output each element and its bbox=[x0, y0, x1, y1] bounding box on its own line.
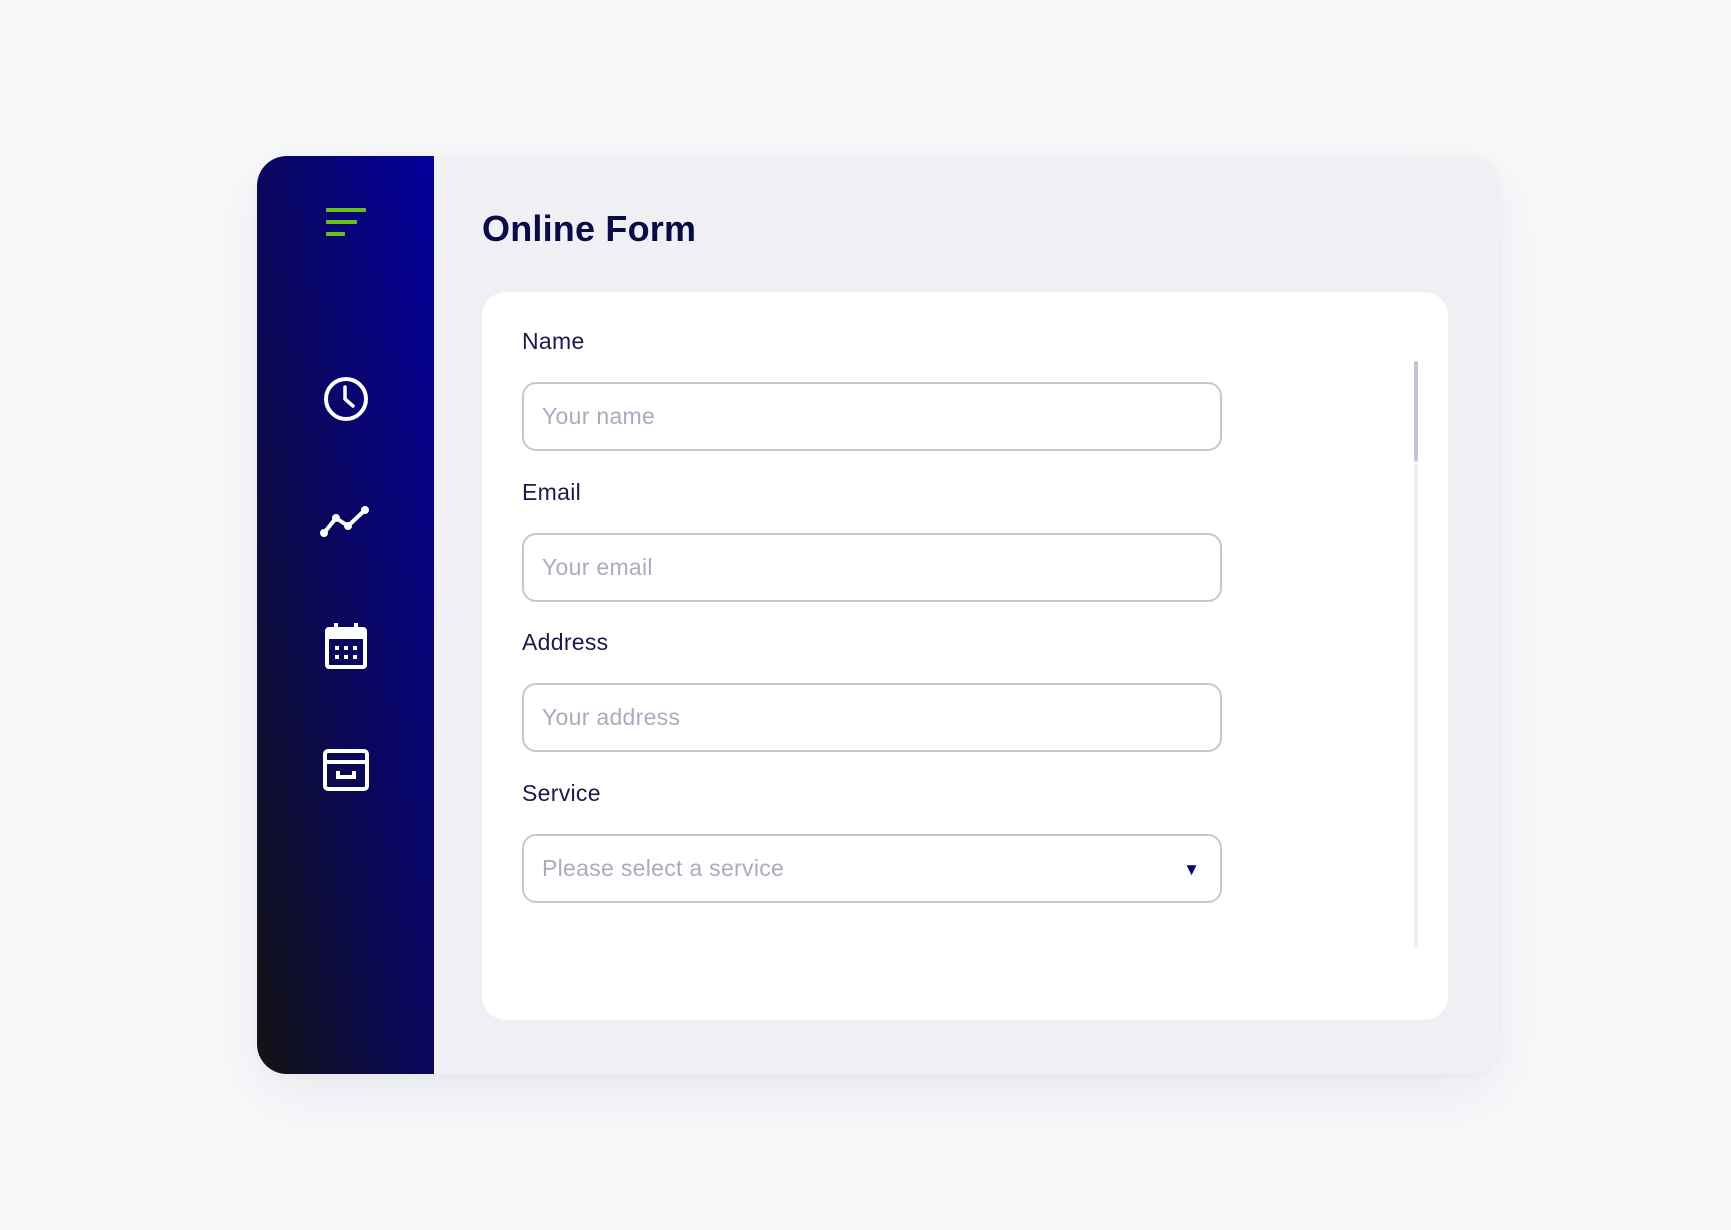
name-input[interactable] bbox=[522, 382, 1222, 451]
address-input[interactable] bbox=[522, 683, 1222, 752]
scrollbar-track[interactable] bbox=[1414, 361, 1418, 947]
form-card: Name Email Address Service Please select… bbox=[482, 292, 1448, 1020]
service-select[interactable]: Please select a service ▼ bbox=[522, 834, 1222, 903]
clock-icon[interactable] bbox=[257, 374, 434, 424]
sidebar bbox=[257, 156, 434, 1074]
app-window: Online Form Name Email Address Service P… bbox=[257, 156, 1499, 1074]
chevron-down-icon: ▼ bbox=[1183, 860, 1200, 879]
trend-line-icon[interactable] bbox=[257, 501, 434, 541]
page-title: Online Form bbox=[482, 208, 697, 249]
archive-box-icon[interactable] bbox=[257, 743, 434, 795]
email-label: Email bbox=[522, 479, 582, 505]
menu-icon[interactable] bbox=[257, 203, 434, 243]
email-input[interactable] bbox=[522, 533, 1222, 602]
service-label: Service bbox=[522, 780, 601, 806]
service-select-placeholder: Please select a service bbox=[542, 855, 785, 881]
name-label: Name bbox=[522, 328, 585, 354]
main-content: Online Form Name Email Address Service P… bbox=[434, 156, 1499, 1074]
scrollbar-thumb[interactable] bbox=[1414, 361, 1418, 461]
address-label: Address bbox=[522, 629, 609, 655]
calendar-icon[interactable] bbox=[257, 620, 434, 672]
